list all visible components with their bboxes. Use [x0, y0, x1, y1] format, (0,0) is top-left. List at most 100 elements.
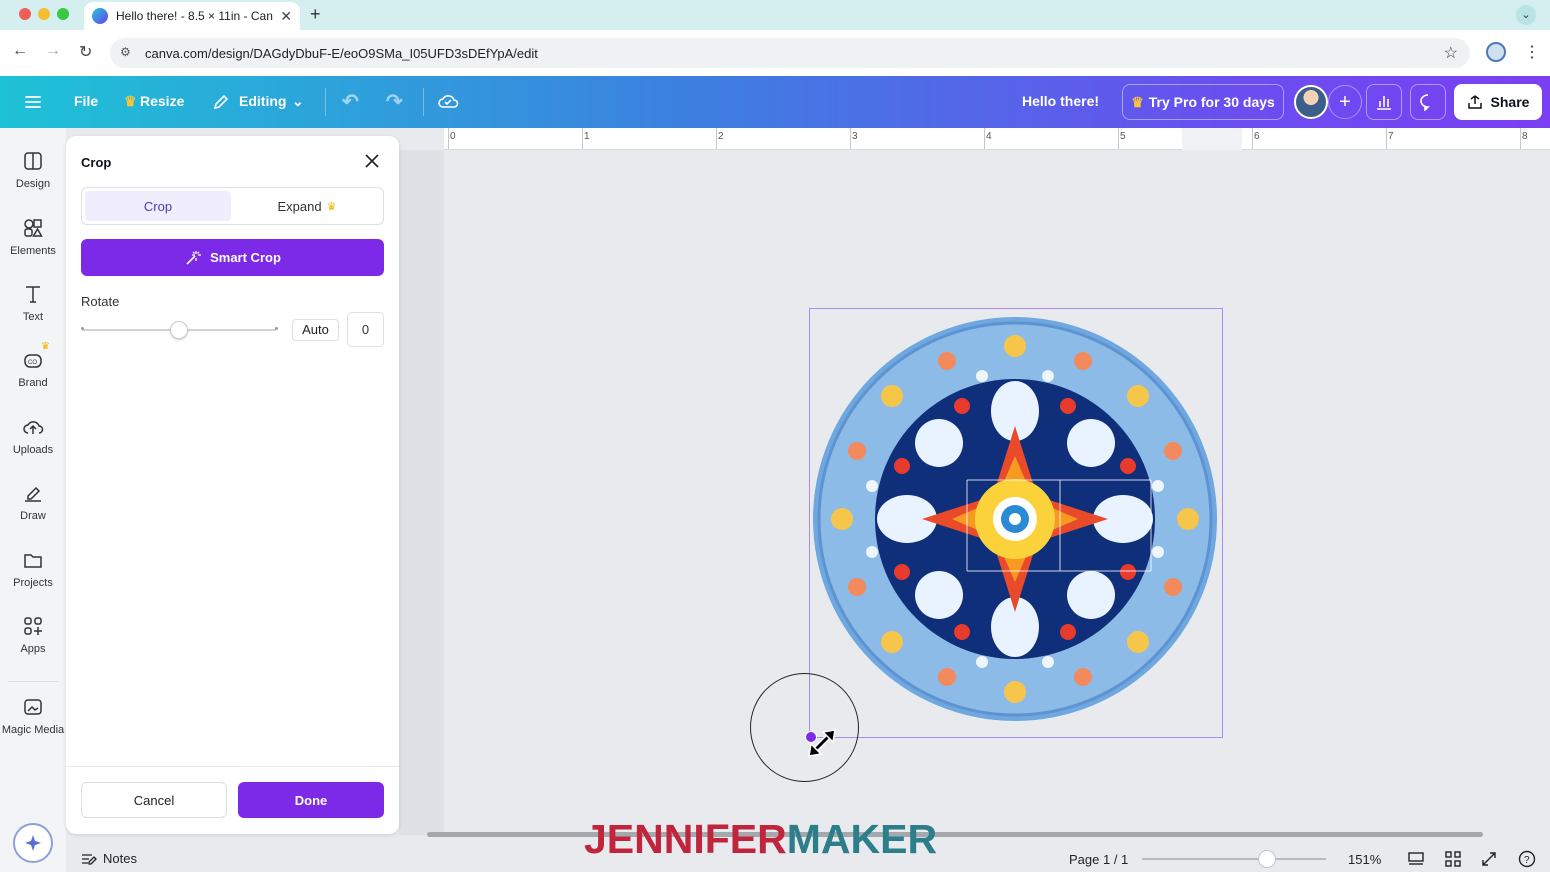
canva-favicon-icon	[92, 8, 108, 24]
watermark-text-red: JENNIFER	[584, 816, 787, 862]
rail-item-text[interactable]: Text	[0, 283, 66, 323]
rail-divider	[8, 681, 58, 682]
rotate-value-input[interactable]: 0	[347, 312, 384, 347]
tab-close-icon[interactable]: ✕	[280, 8, 292, 25]
browser-tabstrip: Hello there! - 8.5 × 11in - Can ✕ + ⌄	[0, 0, 1550, 30]
tab-expand-label: Expand	[277, 198, 322, 214]
zoom-slider-thumb[interactable]	[1258, 850, 1276, 868]
resize-cursor-icon	[808, 729, 836, 757]
back-arrow-icon[interactable]: ←	[12, 42, 28, 60]
slider-max-dot	[275, 327, 278, 330]
comments-button[interactable]	[1410, 84, 1446, 120]
ruler-tick-label: 2	[718, 131, 724, 142]
canva-assistant-button[interactable]	[13, 823, 53, 863]
done-button[interactable]: Done	[238, 782, 384, 818]
editing-mode-button[interactable]: Editing	[239, 93, 286, 109]
tab-expand[interactable]: Expand ♛	[234, 191, 380, 221]
address-bar[interactable]: ⚙ canva.com/design/DAGdyDbuF-E/eoO9SMa_I…	[110, 38, 1470, 68]
chevron-down-icon[interactable]: ⌄	[292, 93, 304, 110]
rail-item-brand[interactable]: CO ♛ Brand	[0, 341, 66, 389]
slider-min-dot	[81, 327, 84, 330]
new-tab-icon[interactable]: +	[310, 4, 321, 25]
close-icon[interactable]	[363, 152, 381, 170]
brand-icon: CO	[24, 354, 42, 368]
design-title[interactable]: Hello there!	[1022, 93, 1099, 109]
comment-icon	[1420, 94, 1430, 111]
cloud-saved-icon[interactable]	[437, 91, 459, 111]
maximize-window-button[interactable]	[57, 8, 69, 20]
rail-item-uploads[interactable]: Uploads	[0, 416, 66, 456]
try-pro-button[interactable]: ♛ Try Pro for 30 days	[1122, 84, 1284, 120]
rail-item-elements[interactable]: Elements	[0, 217, 66, 257]
svg-text:?: ?	[1524, 855, 1530, 866]
rail-label: Brand	[18, 377, 48, 389]
ruler-tick	[984, 128, 985, 149]
draw-icon	[25, 486, 41, 502]
projects-icon	[24, 554, 42, 568]
rail-item-draw[interactable]: Draw	[0, 482, 66, 522]
ruler-tick-label: 4	[986, 131, 992, 142]
upload-share-icon	[1467, 95, 1482, 109]
ruler-tick-label: 5	[1120, 131, 1126, 142]
url-text[interactable]: canva.com/design/DAGdyDbuF-E/eoO9SMa_I05…	[145, 46, 538, 61]
notes-icon	[82, 853, 97, 865]
ruler-tick	[582, 128, 583, 149]
crown-icon: ♛	[41, 341, 50, 352]
reload-icon[interactable]: ↻	[79, 42, 92, 62]
zoom-slider-track[interactable]	[1142, 858, 1326, 860]
apps-icon	[24, 617, 42, 635]
panel-title: Crop	[81, 155, 112, 170]
redo-icon[interactable]: ↷	[386, 89, 403, 114]
resize-button[interactable]: Resize	[140, 93, 184, 109]
crown-icon: ♛	[326, 200, 337, 213]
add-collaborator-icon[interactable]: +	[1328, 85, 1362, 119]
browser-profile-avatar[interactable]	[1486, 42, 1506, 62]
site-settings-icon[interactable]: ⚙	[120, 45, 131, 59]
page-view-icon[interactable]	[1407, 850, 1425, 868]
crop-selection-frame[interactable]	[809, 308, 1223, 738]
crop-mode-segmented-control: Crop Expand ♛	[81, 187, 384, 225]
minimize-window-button[interactable]	[38, 8, 50, 20]
browser-tab[interactable]: Hello there! - 8.5 × 11in - Can ✕	[84, 2, 300, 30]
undo-icon[interactable]: ↶	[342, 89, 359, 114]
smart-crop-label: Smart Crop	[210, 250, 281, 265]
magic-wand-icon	[186, 250, 202, 265]
editor-header: File ♛ Resize Editing ⌄ ↶ ↷ Hello there!…	[0, 76, 1550, 128]
notes-button[interactable]: Notes	[81, 851, 137, 866]
crown-icon: ♛	[1131, 93, 1144, 110]
grid-view-icon[interactable]	[1444, 850, 1462, 868]
pencil-icon	[213, 94, 229, 110]
insights-button[interactable]	[1366, 84, 1402, 120]
magic-media-icon	[24, 699, 42, 715]
rail-item-magic-media[interactable]: Magic Media	[0, 696, 66, 736]
rail-item-apps[interactable]: Apps	[0, 615, 66, 655]
help-icon[interactable]: ?	[1518, 850, 1536, 868]
auto-rotate-button[interactable]: Auto	[292, 319, 339, 341]
ruler-tick-label: 3	[852, 131, 858, 142]
rail-item-design[interactable]: Design	[0, 150, 66, 190]
forward-arrow-icon[interactable]: →	[45, 42, 61, 60]
ruler-tick-label: 7	[1388, 131, 1394, 142]
tab-title: Hello there! - 8.5 × 11in - Can	[116, 9, 273, 23]
browser-menu-icon[interactable]: ⋮	[1524, 42, 1540, 62]
rotate-slider-thumb[interactable]	[170, 321, 188, 339]
bookmark-star-icon[interactable]: ☆	[1444, 43, 1458, 63]
rail-label: Uploads	[12, 444, 54, 456]
notes-label: Notes	[103, 851, 137, 866]
smart-crop-button[interactable]: Smart Crop	[81, 239, 384, 276]
fullscreen-icon[interactable]	[1480, 850, 1498, 868]
user-avatar[interactable]	[1294, 85, 1328, 119]
file-menu-button[interactable]: File	[74, 93, 98, 109]
page-indicator[interactable]: Page 1 / 1	[1069, 852, 1128, 867]
panel-divider	[66, 766, 399, 767]
horizontal-ruler: 0 1 2 3 4 5 6 7 8	[444, 128, 1550, 150]
share-button[interactable]: Share	[1454, 84, 1542, 120]
ruler-tick-label: 8	[1522, 131, 1528, 142]
tab-crop[interactable]: Crop	[85, 191, 231, 221]
tab-menu-chevron-icon[interactable]: ⌄	[1516, 5, 1536, 25]
rail-item-projects[interactable]: Projects	[0, 549, 66, 589]
close-window-button[interactable]	[19, 8, 31, 20]
zoom-level[interactable]: 151%	[1348, 852, 1381, 867]
cancel-button[interactable]: Cancel	[81, 782, 227, 818]
menu-hamburger-icon[interactable]	[24, 93, 42, 111]
